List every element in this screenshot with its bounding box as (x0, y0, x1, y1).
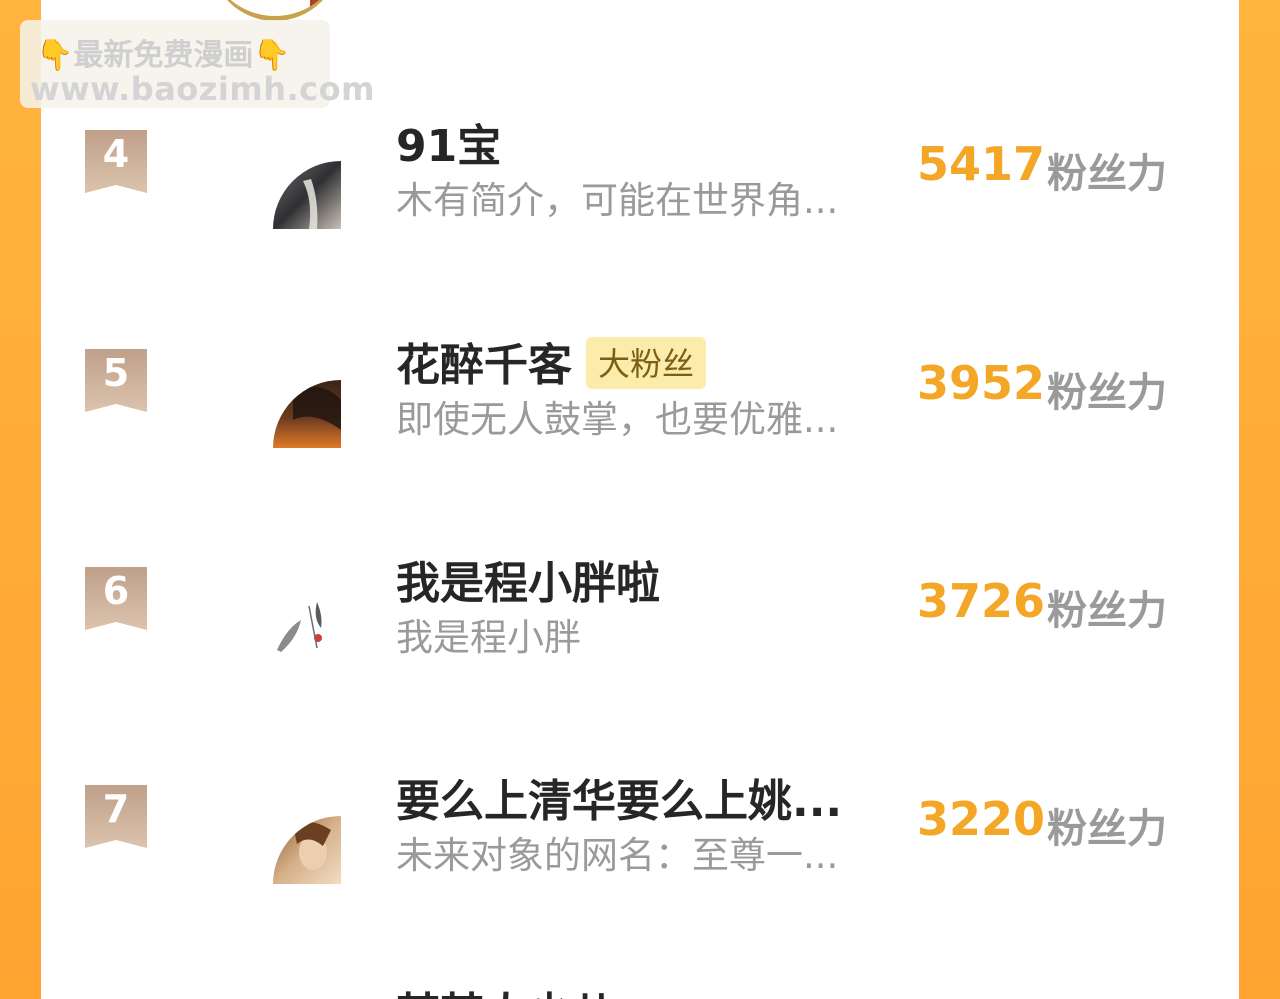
ranking-row[interactable]: 6 我是程小胖啦 我是程小胖 3726 粉丝力 (0, 558, 1280, 777)
user-description: 即使无人鼓掌，也要优雅... (396, 398, 839, 441)
ranking-row[interactable]: 4 91宝 木有简介，可能在世界角... 5417 粉丝力 (0, 121, 1280, 340)
site-watermark: 👇最新免费漫画👇 www.baozimh.com (20, 20, 374, 108)
rank-badge: 5 (85, 349, 147, 412)
user-description: 我是程小胖 (396, 616, 581, 659)
watermark-title: 👇最新免费漫画👇 (36, 38, 291, 73)
rank-number: 5 (102, 351, 130, 395)
fan-power-label: 粉丝力 (1047, 370, 1167, 416)
user-description: 未来对象的网名：至尊一... (396, 834, 839, 877)
rank-number: 4 (102, 132, 130, 176)
user-description: 木有简介，可能在世界角... (396, 179, 839, 222)
user-name-text[interactable]: 花醉千客 (396, 340, 572, 391)
user-name-text[interactable]: 91宝 (396, 121, 501, 172)
user-name[interactable]: 我是程小胖啦 (396, 547, 660, 611)
rank-badge: 7 (85, 785, 147, 848)
watermark-url: www.baozimh.com (30, 70, 375, 108)
rank-badge: 4 (85, 130, 147, 193)
ranking-row[interactable]: 5 花醉千客 大粉丝 即使无人鼓掌，也要优雅... 3952 粉丝力 (0, 337, 1280, 559)
fan-power-score: 5417 (917, 137, 1046, 191)
user-avatar[interactable] (273, 816, 341, 884)
ranking-row[interactable]: 7 要么上清华要么上姚... 未来对象的网名：至尊一... 3220 粉丝力 (0, 776, 1280, 995)
fan-power-label: 粉丝力 (1047, 806, 1167, 852)
fan-power-label: 粉丝力 (1047, 151, 1167, 197)
user-name[interactable]: 91宝 (396, 110, 501, 174)
fan-power-score: 3726 (917, 574, 1046, 628)
fan-power-label: 粉丝力 (1047, 588, 1167, 634)
user-avatar[interactable] (273, 380, 341, 448)
next-user-name-partial[interactable]: 某某人少儿 (396, 978, 616, 999)
user-avatar[interactable] (273, 598, 341, 666)
rank-number: 6 (102, 569, 130, 613)
rank-number: 7 (102, 787, 130, 831)
user-name-text[interactable]: 要么上清华要么上姚... (396, 776, 842, 827)
rank-badge: 6 (85, 567, 147, 630)
user-avatar[interactable] (273, 161, 341, 229)
fan-ranking-page: 👇最新免费漫画👇 www.baozimh.com 4 91宝 木有简介，可能在世… (0, 0, 1280, 999)
fan-power-score: 3952 (917, 356, 1046, 410)
user-name[interactable]: 要么上清华要么上姚... (396, 765, 842, 829)
fan-power-score: 3220 (917, 792, 1046, 846)
user-name[interactable]: 花醉千客 大粉丝 (396, 329, 707, 393)
user-name-text[interactable]: 我是程小胖啦 (396, 558, 660, 609)
big-fan-badge: 大粉丝 (586, 337, 707, 389)
